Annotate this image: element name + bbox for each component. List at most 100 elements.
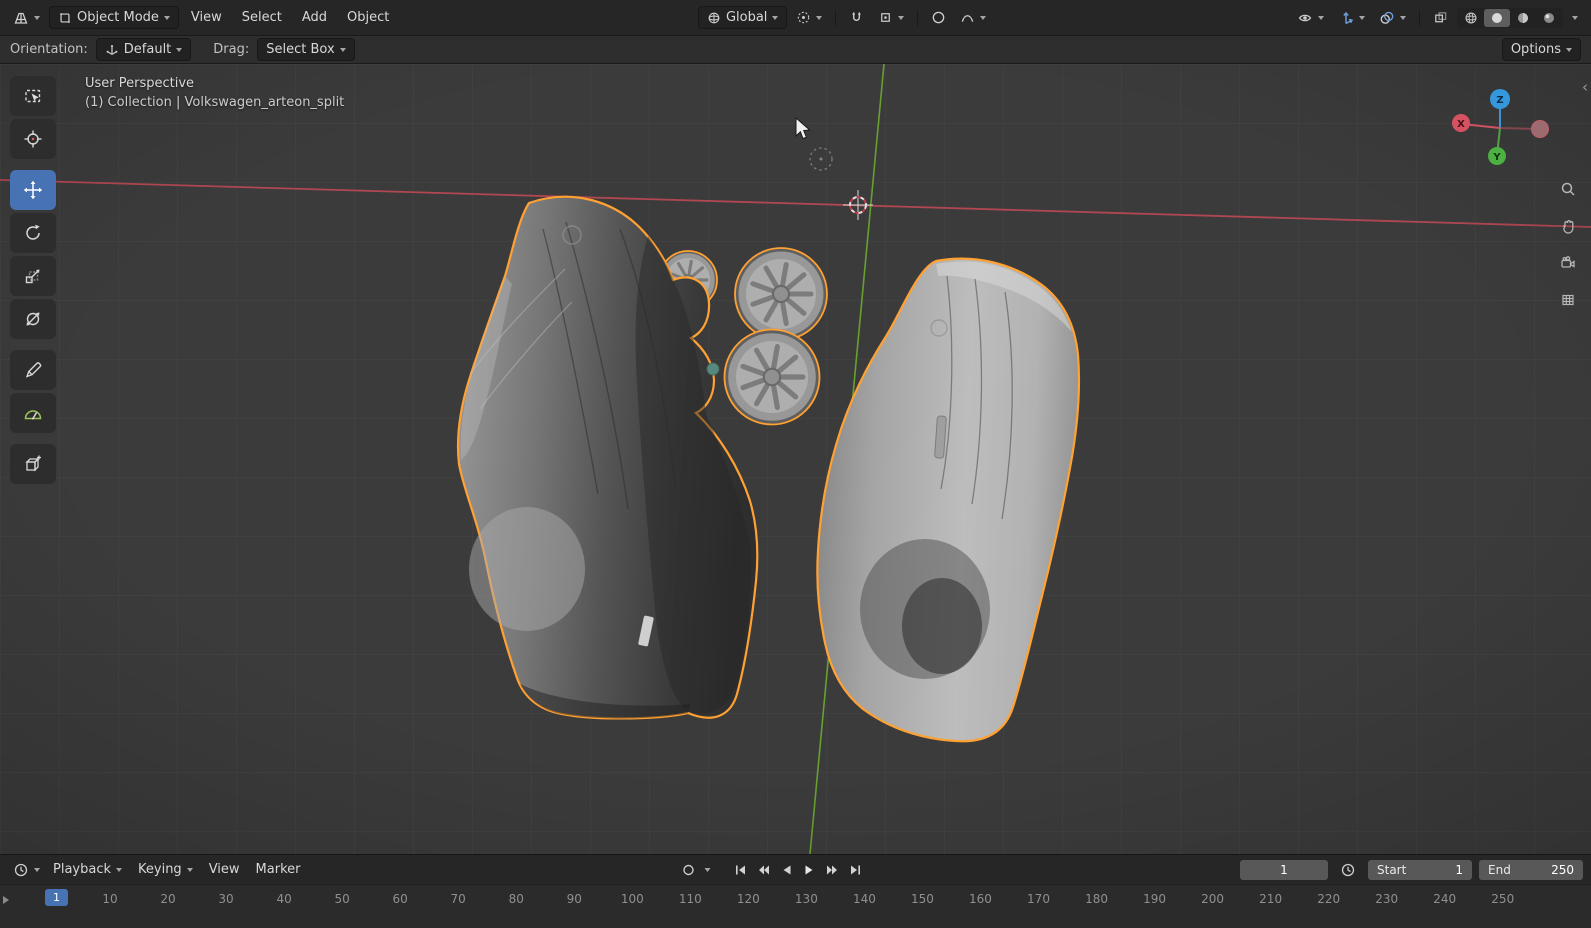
preview-range-button[interactable] bbox=[1335, 859, 1361, 881]
editor-type-button[interactable] bbox=[8, 7, 45, 29]
previous-keyframe-button[interactable] bbox=[753, 861, 773, 879]
transform-orientation-dropdown[interactable]: Global bbox=[698, 6, 787, 29]
pan-button[interactable] bbox=[1555, 213, 1581, 239]
ruler-tick: 60 bbox=[371, 892, 429, 906]
xray-toggle[interactable] bbox=[1428, 7, 1453, 28]
proportional-falloff-dropdown[interactable] bbox=[955, 7, 991, 28]
end-value: 250 bbox=[1551, 863, 1574, 877]
pan-hand-icon bbox=[1560, 218, 1576, 234]
proportional-editing-toggle[interactable] bbox=[926, 7, 951, 28]
next-keyframe-button[interactable] bbox=[822, 861, 842, 879]
orientation-dropdown[interactable]: Default bbox=[96, 38, 192, 61]
ruler-tick: 10 bbox=[81, 892, 139, 906]
current-frame-value: 1 bbox=[1280, 863, 1288, 877]
chevron-down-icon bbox=[772, 16, 778, 20]
overlays-dropdown[interactable] bbox=[1374, 7, 1411, 29]
chevron-down-icon bbox=[116, 868, 122, 872]
shading-dropdown[interactable] bbox=[1567, 13, 1583, 23]
measure-tool[interactable] bbox=[10, 393, 56, 433]
globe-icon bbox=[707, 11, 721, 25]
transform-tool[interactable] bbox=[10, 299, 56, 339]
gizmo-x-label: X bbox=[1457, 119, 1465, 130]
gizmos-dropdown[interactable] bbox=[1333, 7, 1370, 29]
shading-wireframe-button[interactable] bbox=[1458, 9, 1484, 27]
zoom-button[interactable] bbox=[1555, 176, 1581, 202]
drag-label: Drag: bbox=[213, 42, 249, 57]
ruler-tick: 210 bbox=[1242, 892, 1300, 906]
menu-view[interactable]: View bbox=[183, 6, 230, 29]
select-box-tool[interactable] bbox=[10, 76, 56, 116]
cursor-tool[interactable] bbox=[10, 119, 56, 159]
jump-to-end-button[interactable] bbox=[845, 861, 865, 879]
sidebar-collapse-chevron[interactable]: ‹ bbox=[1580, 78, 1590, 97]
drag-dropdown[interactable]: Select Box bbox=[257, 38, 354, 61]
menu-add[interactable]: Add bbox=[294, 6, 335, 29]
measure-icon bbox=[23, 403, 43, 423]
play-button[interactable] bbox=[799, 861, 819, 879]
mode-dropdown[interactable]: Object Mode bbox=[49, 6, 179, 29]
timeline-menu-marker[interactable]: Marker bbox=[248, 858, 309, 881]
frame-end-field[interactable]: End 250 bbox=[1479, 860, 1583, 880]
scene-svg: Z X Y bbox=[0, 64, 1591, 854]
ruler-tick: 180 bbox=[1068, 892, 1126, 906]
menu-object[interactable]: Object bbox=[339, 6, 397, 29]
start-label: Start bbox=[1377, 863, 1406, 877]
add-cube-tool[interactable] bbox=[10, 444, 56, 484]
ruler-tick: 240 bbox=[1416, 892, 1474, 906]
timeline-ruler[interactable]: 1 10 20 30 40 50 60 70 80 90 100 bbox=[0, 884, 1591, 928]
editor-type-icon bbox=[13, 10, 29, 26]
visibility-dropdown[interactable] bbox=[1292, 7, 1329, 29]
select-box-icon bbox=[23, 86, 43, 106]
options-dropdown[interactable]: Options bbox=[1502, 38, 1581, 61]
wheel-object-lower[interactable] bbox=[725, 330, 820, 425]
shading-rendered-button[interactable] bbox=[1536, 9, 1562, 27]
ruler-tick: 200 bbox=[1184, 892, 1242, 906]
current-frame-indicator[interactable]: 1 bbox=[45, 889, 68, 906]
shading-solid-button[interactable] bbox=[1484, 9, 1510, 27]
snap-target-dropdown[interactable] bbox=[873, 7, 909, 28]
clock-icon bbox=[13, 862, 29, 878]
timeline-expand-arrow[interactable] bbox=[3, 896, 9, 904]
orthographic-toggle-button[interactable] bbox=[1555, 287, 1581, 313]
axes-icon bbox=[105, 43, 119, 57]
menu-select[interactable]: Select bbox=[234, 6, 290, 29]
small-sphere-object[interactable] bbox=[707, 363, 719, 375]
object-mode-icon bbox=[58, 11, 72, 25]
timeline-menu-view[interactable]: View bbox=[201, 858, 248, 881]
zoom-icon bbox=[1560, 181, 1576, 197]
gizmo-minus-x-ball[interactable] bbox=[1532, 121, 1549, 138]
move-tool[interactable] bbox=[10, 170, 56, 210]
ruler-tick: 100 bbox=[603, 892, 661, 906]
solid-sphere-icon bbox=[1490, 11, 1504, 25]
ruler-tick: 190 bbox=[1126, 892, 1184, 906]
timeline-editor-type-button[interactable] bbox=[8, 859, 45, 881]
ruler-tick: 20 bbox=[139, 892, 197, 906]
orientation-value: Global bbox=[726, 10, 767, 25]
jump-to-start-button[interactable] bbox=[730, 861, 750, 879]
frame-start-field[interactable]: Start 1 bbox=[1368, 860, 1472, 880]
playback-menu-label: Playback bbox=[53, 862, 111, 877]
camera-view-button[interactable] bbox=[1555, 250, 1581, 276]
pivot-point-dropdown[interactable] bbox=[791, 7, 827, 28]
wheel-object-upper[interactable] bbox=[735, 248, 827, 340]
keying-popover-chevron[interactable] bbox=[701, 866, 713, 874]
playback-menu[interactable]: Playback bbox=[45, 858, 130, 881]
annotate-tool[interactable] bbox=[10, 350, 56, 390]
ruler-tick: 90 bbox=[545, 892, 603, 906]
eye-icon bbox=[1297, 10, 1313, 26]
snap-toggle[interactable] bbox=[844, 7, 869, 28]
frame-fields-group: 1 Start 1 End 250 bbox=[1240, 859, 1583, 881]
auto-keying-toggle[interactable] bbox=[678, 861, 698, 879]
viewport-3d[interactable]: Z X Y User Perspective (1) Collection | … bbox=[0, 64, 1591, 854]
mode-label: Object Mode bbox=[77, 10, 159, 25]
current-frame-field[interactable]: 1 bbox=[1240, 860, 1328, 880]
play-reverse-button[interactable] bbox=[776, 861, 796, 879]
shading-material-button[interactable] bbox=[1510, 9, 1536, 27]
rotate-tool[interactable] bbox=[10, 213, 56, 253]
header-right-group bbox=[1292, 7, 1583, 29]
scale-tool[interactable] bbox=[10, 256, 56, 296]
keying-menu[interactable]: Keying bbox=[130, 858, 201, 881]
chevron-down-icon bbox=[1572, 16, 1578, 20]
divider bbox=[917, 10, 918, 26]
rendered-sphere-icon bbox=[1542, 11, 1556, 25]
